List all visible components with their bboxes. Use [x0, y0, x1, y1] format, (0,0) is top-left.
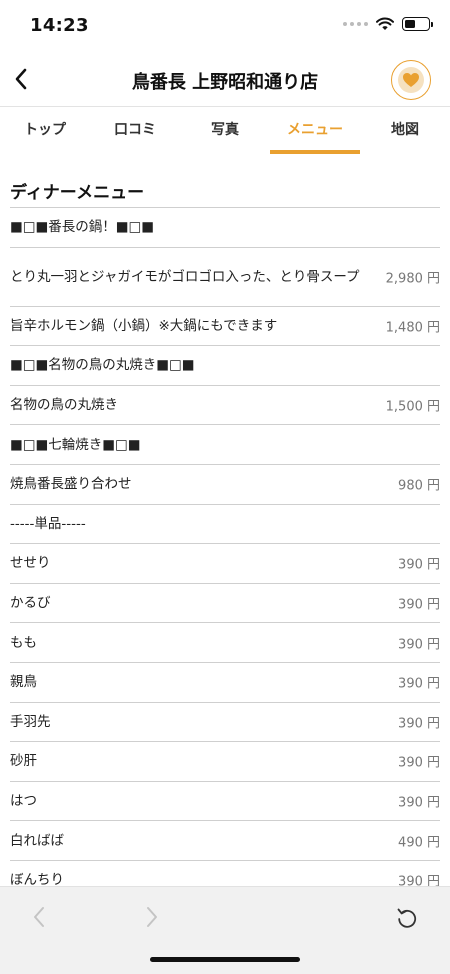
menu-item-price: 390 円	[398, 716, 440, 732]
favorite-button[interactable]	[391, 60, 431, 100]
menu-item-row[interactable]: とり丸一羽とジャガイモがゴロゴロ入った、とり骨スープ 2,980 円	[10, 248, 440, 307]
menu-item-name: とり丸一羽とジャガイモがゴロゴロ入った、とり骨スープ	[10, 268, 360, 285]
browser-forward-button[interactable]	[139, 905, 163, 929]
reload-icon	[397, 908, 417, 928]
battery-icon	[402, 17, 433, 31]
menu-item-name: もも	[10, 634, 37, 651]
chevron-right-icon	[147, 907, 157, 927]
menu-item-row[interactable]: ぼんちり 390 円	[10, 861, 440, 886]
menu-item-name: 白ればば	[10, 832, 64, 849]
menu-item-row[interactable]: はつ 390 円	[10, 782, 440, 822]
chevron-left-icon	[15, 68, 27, 90]
menu-category-row: -----単品-----	[10, 505, 440, 545]
menu-item-price: 390 円	[398, 597, 440, 613]
menu-item-name: はつ	[10, 793, 37, 810]
menu-item-name: 砂肝	[10, 753, 37, 770]
menu-item-name: せせり	[10, 555, 51, 572]
menu-item-row[interactable]: 白ればば 490 円	[10, 821, 440, 861]
menu-item-row[interactable]: 砂肝 390 円	[10, 742, 440, 782]
menu-item-price: 1,500 円	[385, 399, 440, 415]
menu-item-name: 旨辛ホルモン鍋（小鍋）※大鍋にもできます	[10, 317, 278, 334]
menu-item-price: 390 円	[398, 557, 440, 573]
menu-item-row[interactable]: 親鳥 390 円	[10, 663, 440, 703]
menu-item-name: 名物の鳥の丸焼き	[10, 397, 118, 414]
status-time: 14:23	[30, 15, 89, 36]
menu-item-price: 390 円	[398, 676, 440, 692]
menu-item-price: 2,980 円	[385, 271, 440, 287]
tab-bar: トップ 口コミ 写真 メニュー 地図	[0, 106, 450, 156]
menu-item-name: 焼鳥番長盛り合わせ	[10, 476, 132, 493]
menu-item-price: 490 円	[398, 835, 440, 851]
menu-item-row[interactable]: 手羽先 390 円	[10, 703, 440, 743]
menu-item-name: かるび	[10, 595, 51, 612]
menu-item-price: 390 円	[398, 637, 440, 653]
menu-item-name: 手羽先	[10, 713, 51, 730]
tab-map[interactable]: 地図	[360, 107, 450, 156]
status-icons	[343, 17, 433, 31]
menu-item-name: ぼんちり	[10, 872, 64, 886]
chevron-left-icon	[34, 907, 44, 927]
menu-category-row: ■□■名物の鳥の丸焼き■□■	[10, 346, 440, 386]
menu-item-price: 1,480 円	[385, 320, 440, 336]
menu-item-price: 390 円	[398, 874, 440, 886]
menu-item-price: 390 円	[398, 755, 440, 771]
menu-item-row[interactable]: せせり 390 円	[10, 544, 440, 584]
menu-item-row[interactable]: 名物の鳥の丸焼き 1,500 円	[10, 386, 440, 426]
menu-item-name: ■□■番長の鍋！■□■	[10, 219, 155, 236]
menu-item-row[interactable]: 焼鳥番長盛り合わせ 980 円	[10, 465, 440, 505]
tab-menu[interactable]: メニュー	[270, 107, 360, 156]
heart-icon	[398, 67, 424, 93]
menu-category-row: ■□■七輪焼き■□■	[10, 425, 440, 465]
wifi-icon	[376, 17, 394, 30]
back-button[interactable]	[8, 64, 38, 94]
home-indicator	[150, 957, 300, 962]
menu-item-name: -----単品-----	[10, 515, 86, 532]
menu-item-row[interactable]: もも 390 円	[10, 623, 440, 663]
menu-list[interactable]: ディナーメニュー ■□■番長の鍋！■□■ とり丸一羽とジャガイモがゴロゴロ入った…	[0, 156, 450, 886]
navigation-bar: 鳥番長 上野昭和通り店	[0, 52, 450, 106]
status-bar: 14:23	[0, 0, 450, 52]
menu-item-name: 親鳥	[10, 674, 37, 691]
menu-category-row: ■□■番長の鍋！■□■	[10, 208, 440, 248]
menu-item-row[interactable]: かるび 390 円	[10, 584, 440, 624]
page-title: 鳥番長 上野昭和通り店	[131, 72, 319, 93]
menu-item-price: 980 円	[398, 478, 440, 494]
tab-reviews[interactable]: 口コミ	[90, 107, 180, 156]
cellular-signal-icon	[343, 22, 368, 26]
tab-top[interactable]: トップ	[0, 107, 90, 156]
reload-button[interactable]	[394, 905, 420, 931]
browser-back-button[interactable]	[28, 905, 52, 929]
menu-item-row[interactable]: 旨辛ホルモン鍋（小鍋）※大鍋にもできます 1,480 円	[10, 307, 440, 347]
section-title: ディナーメニュー	[10, 156, 440, 208]
menu-item-name: ■□■名物の鳥の丸焼き■□■	[10, 357, 195, 374]
menu-item-name: ■□■七輪焼き■□■	[10, 436, 141, 453]
tab-photos[interactable]: 写真	[180, 107, 270, 156]
menu-item-price: 390 円	[398, 795, 440, 811]
